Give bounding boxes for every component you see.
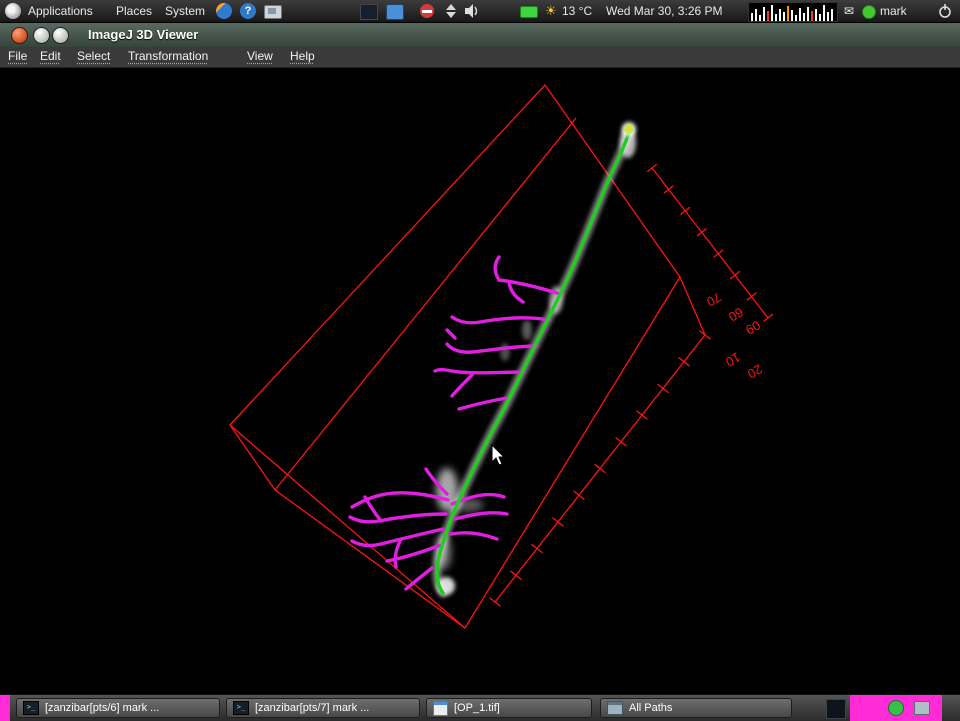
video-artifact-left <box>0 695 10 721</box>
status-available-icon[interactable] <box>862 5 876 19</box>
bottom-taskbar: >_ [zanzibar[pts/6] mark ... >_ [zanziba… <box>0 694 960 721</box>
tray-window-icon[interactable] <box>360 4 378 20</box>
taskbar-button-label: [zanzibar[pts/6] mark ... <box>45 702 160 714</box>
menu-help[interactable]: Help <box>290 47 315 67</box>
taskbar-button-label: [OP_1.tif] <box>454 702 500 714</box>
taskbar-button-label: [zanzibar[pts/7] mark ... <box>255 702 370 714</box>
power-icon[interactable] <box>938 4 952 26</box>
weather-icon[interactable]: ☀ <box>545 0 557 22</box>
window-title: ImageJ 3D Viewer <box>88 27 199 42</box>
firefox-launcher-icon[interactable] <box>216 3 232 19</box>
axis-label-60: 60 <box>726 304 746 324</box>
window-close-button[interactable] <box>11 27 28 44</box>
speaker-icon[interactable] <box>464 4 480 26</box>
envelope-icon[interactable]: ✉ <box>844 0 854 22</box>
menubar: File Edit Select Transformation View Hel… <box>0 47 960 68</box>
dendrite-branches <box>348 255 562 591</box>
taskbar-button-terminal-1[interactable]: >_ [zanzibar[pts/6] mark ... <box>16 698 220 718</box>
network-monitor-icon[interactable] <box>520 6 538 18</box>
volume-fuzz <box>432 126 636 598</box>
window-titlebar[interactable]: ImageJ 3D Viewer <box>0 22 960 48</box>
menu-file[interactable]: File <box>8 47 27 67</box>
terminal-icon: >_ <box>23 701 39 715</box>
username-label[interactable]: mark <box>880 0 907 22</box>
window-minimize-button[interactable] <box>33 27 50 44</box>
paths-window-icon <box>607 701 623 715</box>
menu-edit[interactable]: Edit <box>40 47 61 67</box>
axis-label-20: 20 <box>745 361 765 381</box>
desktop: { "panel": { "menus": ["Applications", "… <box>0 0 960 721</box>
image-document-icon <box>433 700 448 716</box>
menu-transformation[interactable]: Transformation <box>128 47 208 67</box>
terminal-icon: >_ <box>233 701 249 715</box>
places-menu[interactable]: Places <box>112 0 156 22</box>
tray-app-icon[interactable] <box>386 4 404 20</box>
tray-green-status-icon[interactable] <box>888 700 904 716</box>
updown-arrows-icon[interactable] <box>445 4 457 26</box>
distributor-logo-icon[interactable] <box>5 3 21 19</box>
path-endpoint-marker <box>622 122 636 136</box>
axis-label-10: 10 <box>723 349 743 369</box>
tray-dark-icon[interactable] <box>826 699 846 719</box>
screenshot-launcher-icon[interactable] <box>264 5 282 19</box>
taskbar-button-all-paths[interactable]: All Paths <box>600 698 792 718</box>
system-menu[interactable]: System <box>161 0 209 22</box>
menu-view[interactable]: View <box>247 47 273 67</box>
taskbar-button-image[interactable]: [OP_1.tif] <box>426 698 592 718</box>
window-maximize-button[interactable] <box>52 27 69 44</box>
help-launcher-icon[interactable]: ? <box>240 3 256 19</box>
main-traced-path <box>435 130 631 595</box>
viewer-canvas[interactable]: 70 60 09 10 20 <box>0 67 960 694</box>
system-monitor-graph[interactable] <box>748 2 838 22</box>
menu-select[interactable]: Select <box>77 47 110 67</box>
3d-scene: 70 60 09 10 20 <box>229 83 774 629</box>
tray-window-icon-small[interactable] <box>914 701 930 715</box>
taskbar-button-terminal-2[interactable]: >_ [zanzibar[pts/7] mark ... <box>226 698 420 718</box>
applications-menu[interactable]: Applications <box>24 0 97 22</box>
axis-label-70: 70 <box>704 289 724 309</box>
taskbar-button-label: All Paths <box>629 702 673 714</box>
temperature-label: 13 °C <box>562 4 593 18</box>
axis-label-09: 09 <box>743 317 763 337</box>
mouse-cursor <box>491 443 504 466</box>
clock-label[interactable]: Wed Mar 30, 3:26 PM <box>606 0 723 22</box>
top-panel: Applications Places System ? ☀ 13 °C Wed… <box>0 0 960 23</box>
network-offline-icon[interactable] <box>420 4 434 18</box>
bounding-box <box>229 83 706 629</box>
